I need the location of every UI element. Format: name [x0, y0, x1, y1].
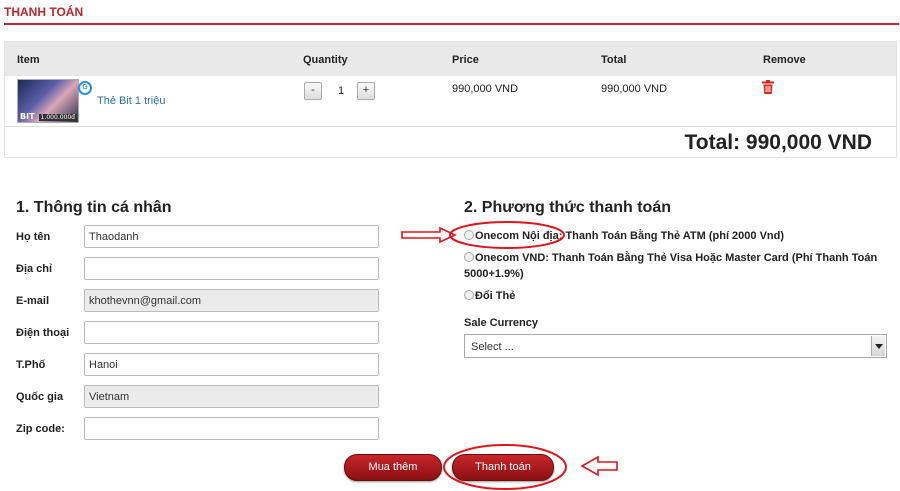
radio-onecom-visa[interactable]	[464, 252, 474, 262]
sale-currency-value: Select ...	[471, 341, 514, 353]
payment-option-label: Onecom VND: Thanh Toán Bằng Thẻ Visa Hoặ…	[464, 252, 878, 280]
name-input[interactable]	[84, 225, 379, 248]
sale-currency-label: Sale Currency	[464, 317, 538, 329]
zip-label: Zip code:	[16, 423, 65, 435]
checkout-button[interactable]: Thanh toán	[452, 454, 554, 481]
country-input[interactable]	[84, 385, 379, 408]
payment-option-onecom-visa[interactable]: Onecom VND: Thanh Toán Bằng Thẻ Visa Hoặ…	[464, 250, 889, 282]
item-price: 990,000 VND	[452, 83, 519, 95]
personal-info-title: 1. Thông tin cá nhân	[16, 199, 172, 216]
city-label: T.Phố	[16, 359, 46, 371]
radio-onecom-atm[interactable]	[464, 230, 474, 240]
col-quantity: Quantity	[303, 54, 348, 66]
table-row: BIT 1.000.000đ G Thẻ Bit 1 triệu - 1 + 9…	[5, 76, 896, 127]
decrease-quantity-button[interactable]: -	[304, 82, 322, 100]
payment-option-onecom-atm[interactable]: Onecom Nội địa: Thanh Toán Bằng Thẻ ATM …	[464, 228, 889, 244]
email-input[interactable]	[84, 289, 379, 312]
phone-input[interactable]	[84, 321, 379, 344]
product-name-link[interactable]: Thẻ Bit 1 triệu	[97, 95, 165, 107]
title-divider	[4, 23, 899, 25]
chevron-down-icon[interactable]	[871, 336, 885, 356]
radio-exchange-card[interactable]	[464, 290, 474, 300]
quantity-value: 1	[337, 85, 345, 97]
cart-table: Item Quantity Price Total Remove BIT 1.0…	[4, 41, 897, 158]
phone-label: Điện thoại	[16, 327, 70, 339]
cart-header-row: Item Quantity Price Total Remove	[5, 42, 896, 76]
product-thumbnail[interactable]: BIT 1.000.000đ	[17, 79, 79, 123]
address-input[interactable]	[84, 257, 379, 280]
col-remove: Remove	[763, 54, 806, 66]
payment-option-label: Đổi Thẻ	[475, 290, 516, 302]
item-total: 990,000 VND	[601, 83, 668, 95]
col-total: Total	[601, 54, 627, 66]
col-price: Price	[452, 54, 479, 66]
continue-shopping-button[interactable]: Mua thêm	[344, 454, 442, 481]
col-item: Item	[17, 54, 40, 66]
payment-option-label: Onecom Nội địa: Thanh Toán Bằng Thẻ ATM …	[475, 230, 785, 242]
sale-currency-select[interactable]: Select ...	[464, 334, 887, 358]
email-label: E-mail	[16, 295, 50, 307]
trash-icon[interactable]	[762, 80, 774, 94]
thumbnail-label: BIT	[20, 112, 35, 121]
city-input[interactable]	[84, 353, 379, 376]
increase-quantity-button[interactable]: +	[357, 82, 375, 100]
payment-method-title: 2. Phương thức thanh toán	[464, 199, 671, 216]
payment-option-exchange-card[interactable]: Đổi Thẻ	[464, 288, 889, 304]
name-label: Họ tên	[16, 231, 51, 243]
annotation-arrow-payment	[401, 226, 457, 244]
grand-total: Total: 990,000 VND	[684, 131, 872, 154]
zip-input[interactable]	[84, 417, 379, 440]
country-label: Quốc gia	[16, 391, 64, 403]
page-title: THANH TOÁN	[4, 5, 84, 19]
address-label: Địa chỉ	[16, 263, 53, 275]
gm-badge-icon: G	[78, 81, 92, 95]
thumbnail-amount: 1.000.000đ	[38, 114, 77, 121]
annotation-arrow-checkout	[580, 455, 618, 477]
